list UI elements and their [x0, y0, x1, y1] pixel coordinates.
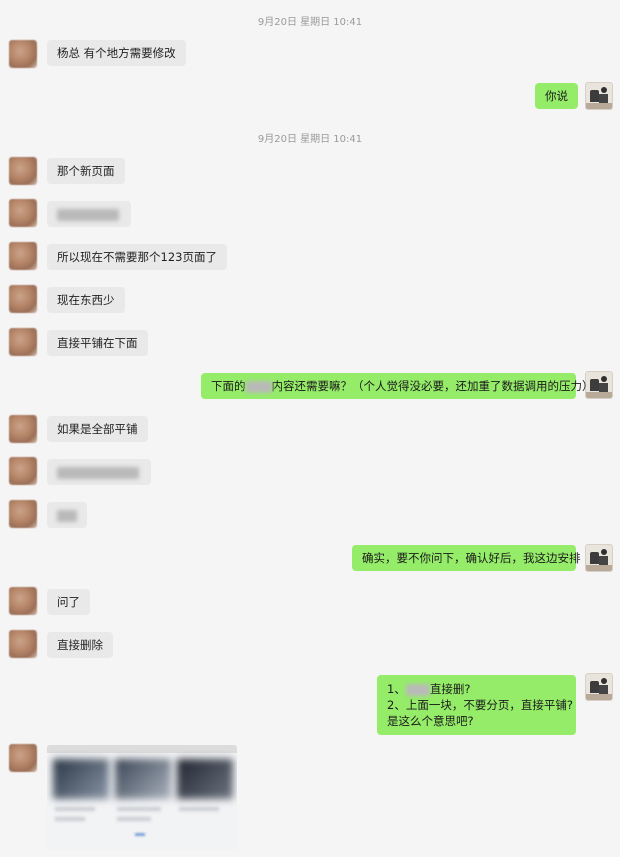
redacted-text — [405, 683, 430, 696]
redacted-text — [57, 208, 119, 221]
message-bubble-incoming[interactable]: 如果是全部平铺 — [47, 416, 148, 442]
contact-avatar[interactable] — [9, 242, 37, 270]
timestamp: 9月20日 星期日 10:41 — [257, 17, 363, 28]
contact-avatar[interactable] — [9, 415, 37, 443]
self-avatar[interactable] — [585, 544, 613, 572]
message-bubble-outgoing[interactable]: 确实，要不你问下，确认好后，我这边安排 — [352, 545, 581, 571]
message-bubble-incoming[interactable]: 所以现在不需要那个123页面了 — [47, 244, 227, 270]
contact-avatar[interactable] — [9, 199, 37, 227]
contact-avatar[interactable] — [9, 744, 37, 772]
redacted-text — [57, 509, 77, 522]
contact-avatar[interactable] — [9, 500, 37, 528]
contact-avatar[interactable] — [9, 157, 37, 185]
message-bubble-outgoing[interactable]: 你说 — [535, 83, 578, 109]
message-line: 是这么个意思吧? — [387, 714, 474, 728]
message-bubble-incoming-redacted[interactable] — [47, 459, 151, 485]
redacted-text — [245, 380, 272, 393]
message-text: 内容还需要嘛？（个人觉得没必要，还加重了数据调用的压力） — [271, 379, 594, 393]
message-text: 1、 — [387, 682, 406, 696]
self-avatar[interactable] — [585, 673, 613, 701]
chat-history: 9月20日 星期日 10:41 杨总 有个地方需要修改 你说 9月20日 星期日… — [0, 0, 620, 857]
redacted-text — [57, 466, 139, 479]
message-bubble-incoming[interactable]: 那个新页面 — [47, 158, 125, 184]
timestamp: 9月20日 星期日 10:41 — [257, 134, 363, 145]
image-message[interactable] — [47, 745, 237, 850]
message-line: 2、上面一块，不要分页，直接平铺? — [387, 698, 573, 712]
contact-avatar[interactable] — [9, 457, 37, 485]
message-bubble-outgoing[interactable]: 1、 直接删? 2、上面一块，不要分页，直接平铺? 是这么个意思吧? — [377, 675, 576, 735]
message-text: 直接删? — [429, 682, 471, 696]
self-avatar[interactable] — [585, 82, 613, 110]
contact-avatar[interactable] — [9, 285, 37, 313]
message-text: 下面的 — [211, 379, 246, 393]
message-bubble-incoming[interactable]: 问了 — [47, 589, 90, 615]
message-bubble-incoming[interactable]: 直接删除 — [47, 632, 113, 658]
message-bubble-incoming[interactable]: 直接平铺在下面 — [47, 330, 148, 356]
message-line: 1、 直接删? — [387, 681, 566, 697]
contact-avatar[interactable] — [9, 587, 37, 615]
message-bubble-outgoing[interactable]: 下面的 内容还需要嘛？（个人觉得没必要，还加重了数据调用的压力） — [201, 373, 594, 399]
message-bubble-incoming[interactable]: 现在东西少 — [47, 287, 125, 313]
contact-avatar[interactable] — [9, 328, 37, 356]
message-bubble-incoming-redacted[interactable] — [47, 201, 131, 227]
message-bubble-incoming[interactable]: 杨总 有个地方需要修改 — [47, 40, 186, 66]
contact-avatar[interactable] — [9, 40, 37, 68]
message-bubble-incoming-redacted[interactable] — [47, 502, 87, 528]
contact-avatar[interactable] — [9, 630, 37, 658]
